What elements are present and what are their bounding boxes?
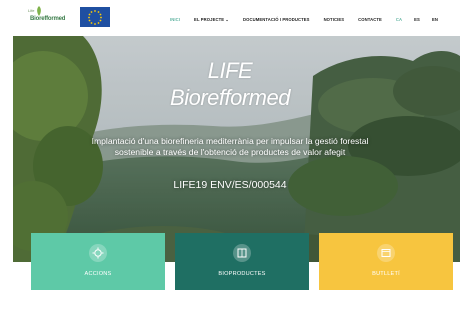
- newsletter-icon: [377, 244, 395, 262]
- card-accions[interactable]: ACCIONS: [31, 233, 165, 290]
- book-icon: [233, 244, 251, 262]
- lang-en[interactable]: EN: [432, 17, 438, 22]
- card-butlleti[interactable]: BUTLLETÍ: [319, 233, 453, 290]
- gear-icon: [89, 244, 107, 262]
- card-bioproductes-label: BIOPRODUCTES: [218, 271, 266, 277]
- site-logo[interactable]: Life Biorefformed: [28, 6, 78, 30]
- hero-project-code: LIFE19 ENV/ES/000544: [173, 179, 287, 191]
- nav-item-inici[interactable]: INICI: [170, 17, 180, 22]
- site-header: Life Biorefformed INICI EL PROJECTE ⌄ DO…: [0, 0, 460, 36]
- hero-description: Implantació d'una biorefineria mediterrà…: [40, 136, 420, 158]
- lang-es[interactable]: ES: [414, 17, 420, 22]
- main-nav: INICI EL PROJECTE ⌄ DOCUMENTACIÓ I PRODU…: [170, 14, 438, 24]
- hero-description-line-2: sostenible a través de l'obtenció de pro…: [114, 147, 346, 157]
- hero-title-life: LIFE: [207, 58, 253, 83]
- logo-life-text: Life: [28, 8, 35, 13]
- logo-wordmark: Biorefformed: [30, 16, 66, 22]
- hero-description-line-1: Implantació d'una biorefineria mediterrà…: [91, 136, 369, 146]
- nav-item-documentacio[interactable]: DOCUMENTACIÓ I PRODUCTES: [243, 17, 310, 22]
- card-butlleti-label: BUTLLETÍ: [372, 271, 400, 277]
- nav-item-noticies[interactable]: NOTICIES: [324, 17, 345, 22]
- lang-ca[interactable]: CA: [396, 17, 402, 22]
- card-accions-label: ACCIONS: [84, 271, 112, 277]
- nav-item-contacte[interactable]: CONTACTE: [358, 17, 382, 22]
- nav-item-el-projecte[interactable]: EL PROJECTE ⌄: [194, 17, 229, 22]
- card-bioproductes[interactable]: BIOPRODUCTES: [175, 233, 309, 290]
- leaf-icon: [37, 6, 41, 16]
- eu-stars-icon: [80, 7, 110, 27]
- eu-flag-logo: [80, 7, 110, 27]
- hero-title-biorefformed: Biorefformed: [170, 85, 290, 110]
